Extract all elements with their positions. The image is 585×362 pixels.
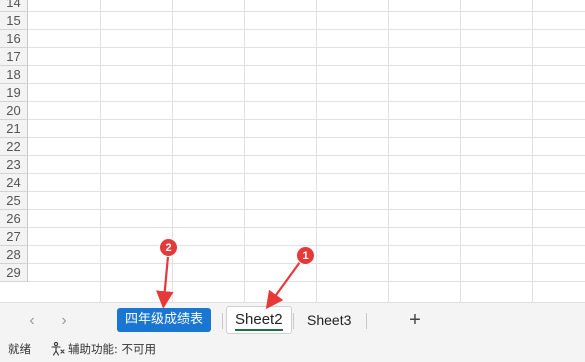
row-header[interactable]: 22: [0, 138, 28, 156]
row-header[interactable]: 20: [0, 102, 28, 120]
tab-separator: [222, 313, 223, 329]
chevron-right-icon[interactable]: ›: [56, 311, 72, 331]
cell-row[interactable]: [28, 102, 585, 120]
sheet-tab-sheet3[interactable]: Sheet3: [299, 308, 359, 332]
row-header[interactable]: 26: [0, 210, 28, 228]
cell-row[interactable]: [28, 120, 585, 138]
row-header[interactable]: 17: [0, 48, 28, 66]
sheet-tab-label: 四年级成绩表: [125, 312, 204, 327]
row-header[interactable]: 27: [0, 228, 28, 246]
column-gridline: [460, 0, 461, 302]
row-header[interactable]: 21: [0, 120, 28, 138]
cell-row[interactable]: [28, 12, 585, 30]
column-gridline: [388, 0, 389, 302]
cell-row[interactable]: [28, 192, 585, 210]
cell-row[interactable]: [28, 228, 585, 246]
accessibility-status[interactable]: 辅助功能: 不可用: [68, 339, 156, 359]
cell-row[interactable]: [28, 66, 585, 84]
column-gridline: [244, 0, 245, 302]
plus-icon[interactable]: +: [405, 308, 425, 332]
cell-row[interactable]: [28, 156, 585, 174]
ready-status: 就绪: [8, 342, 31, 356]
cell-row[interactable]: [28, 84, 585, 102]
sheet-tab-bar: ‹ › 四年级成绩表 Sheet2 Sheet3 +: [0, 302, 585, 338]
spreadsheet-grid[interactable]: 14 15 16 17 18 19 20 21 22 23 24 25 26 27 28 29: [0, 0, 585, 302]
column-gridline: [172, 0, 173, 302]
status-bar: 就绪 辅助功能: 不可用: [0, 338, 585, 362]
sheet-tab-sijiji-chengjibiao[interactable]: 四年级成绩表: [117, 308, 212, 332]
sheet-tab-sheet2[interactable]: Sheet2: [226, 306, 292, 334]
cell-row[interactable]: [28, 30, 585, 48]
sheet-tab-label: Sheet2: [235, 311, 283, 328]
sheet-tab-label: Sheet3: [307, 312, 352, 328]
row-header[interactable]: 25: [0, 192, 28, 210]
accessibility-icon[interactable]: [50, 341, 66, 357]
column-gridline: [100, 0, 101, 302]
cell-row[interactable]: [28, 138, 585, 156]
row-header[interactable]: 28: [0, 246, 28, 264]
active-tab-underline: [235, 329, 283, 331]
cell-row[interactable]: [28, 48, 585, 66]
tab-separator: [366, 313, 367, 329]
chevron-left-icon[interactable]: ‹: [24, 311, 40, 331]
cell-row[interactable]: [28, 0, 585, 12]
row-header[interactable]: 15: [0, 12, 28, 30]
row-header[interactable]: 19: [0, 84, 28, 102]
row-header[interactable]: 23: [0, 156, 28, 174]
row-header[interactable]: 16: [0, 30, 28, 48]
cell-row[interactable]: [28, 210, 585, 228]
row-header[interactable]: 14: [0, 0, 28, 12]
cell-row[interactable]: [28, 264, 585, 282]
row-header[interactable]: 18: [0, 66, 28, 84]
row-header[interactable]: 24: [0, 174, 28, 192]
annotation-badge-2: 2: [159, 238, 178, 257]
column-gridline: [532, 0, 533, 302]
tab-separator: [293, 313, 294, 329]
annotation-badge-1: 1: [296, 246, 315, 265]
column-gridline: [316, 0, 317, 302]
cell-row[interactable]: [28, 174, 585, 192]
row-header[interactable]: 29: [0, 264, 28, 282]
